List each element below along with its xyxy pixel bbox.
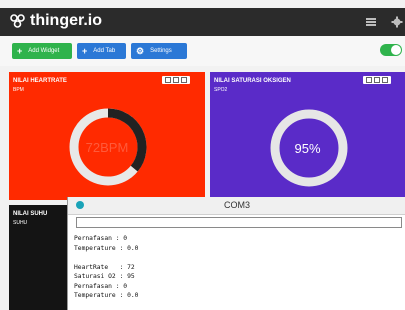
serial-output-line: Saturasi O2 : 95: [74, 273, 135, 280]
spo2-value: 95%: [294, 141, 321, 156]
dashboard-toolbar: + Add Widget + Add Tab ⚙ Settings: [0, 36, 405, 66]
suhu-widget: NILAI SUHU SUHU: [9, 205, 67, 310]
settings-button[interactable]: ⚙ Settings: [131, 43, 187, 59]
serial-output-line: HeartRate : 72: [74, 263, 135, 271]
toggle-knob: [391, 45, 401, 55]
serial-output-line: Pernafasan : 0: [74, 282, 128, 290]
plus-icon: +: [17, 46, 23, 56]
settings-label: Settings: [150, 48, 172, 54]
add-widget-button[interactable]: + Add Widget: [12, 43, 72, 59]
add-tab-button[interactable]: + Add Tab: [77, 43, 126, 59]
serial-output-line: Temperature : 0.0: [74, 292, 139, 299]
serial-monitor-titlebar[interactable]: COM3: [68, 197, 405, 215]
heartrate-gauge: [69, 108, 147, 186]
add-tab-label: Add Tab: [93, 48, 116, 54]
heartrate-widget: NILAI HEARTRATE BPM 72BPM: [9, 72, 205, 200]
app-logo[interactable]: thinger.io: [10, 12, 102, 30]
serial-output-line: [74, 253, 404, 263]
widget-title: NILAI SUHU: [13, 211, 48, 217]
add-widget-label: Add Widget: [28, 48, 60, 54]
app-name: thinger.io: [30, 12, 102, 29]
spo2-gauge: [270, 109, 348, 187]
edit-mode-toggle[interactable]: [380, 44, 402, 56]
app-header: thinger.io: [0, 8, 405, 36]
gear-icon[interactable]: [391, 15, 405, 29]
gear-icon: ⚙: [136, 45, 145, 56]
serial-output-line: Temperature : 0.0: [74, 244, 139, 252]
serial-monitor-window: COM3 Pernafasan : 0 Temperature : 0.0 Hear…: [67, 197, 405, 310]
thinger-logo-icon: [10, 14, 25, 28]
serial-send-input[interactable]: [76, 217, 402, 228]
spo2-widget: NILAI SATURASI OKSIGEN SPO2 95%: [210, 72, 405, 200]
heartrate-value: 72BPM: [85, 140, 129, 155]
serial-output: Pernafasan : 0 Temperature : 0.0 HeartRate…: [74, 234, 404, 301]
serial-output-line: Pernafasan : 0: [74, 235, 128, 242]
serial-monitor-title: COM3: [223, 200, 250, 210]
widget-subtitle: SUHU: [13, 220, 28, 226]
plus-icon: +: [82, 46, 88, 56]
hamburger-menu-icon[interactable]: [365, 15, 379, 29]
